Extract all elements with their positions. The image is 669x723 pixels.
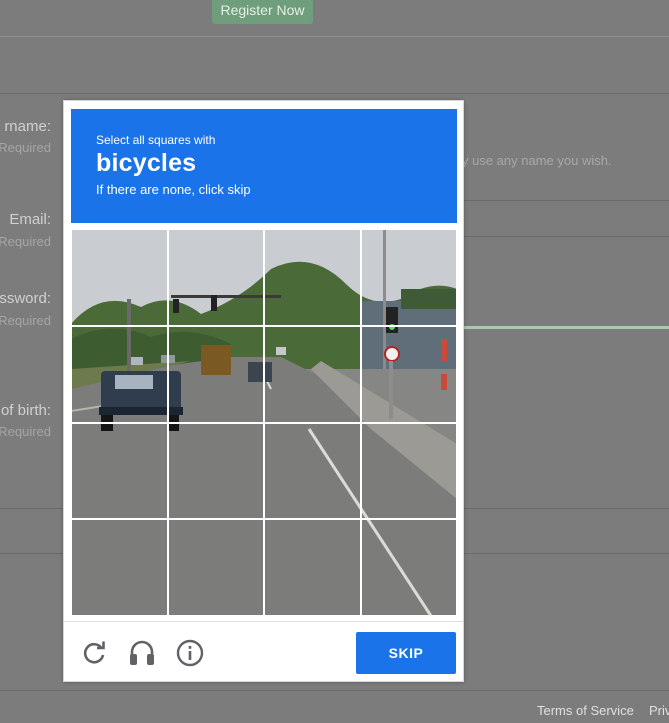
terms-link[interactable]: Terms of Service xyxy=(537,703,634,718)
audio-icon[interactable] xyxy=(126,637,158,669)
image-tile[interactable] xyxy=(264,422,361,520)
image-tile[interactable] xyxy=(360,519,457,616)
username-required: Required xyxy=(0,140,51,155)
image-tile[interactable] xyxy=(71,422,168,520)
header-divider xyxy=(0,36,669,37)
image-tile[interactable] xyxy=(360,229,457,326)
form-divider-top xyxy=(0,93,669,94)
password-required: Required xyxy=(0,313,51,328)
captcha-instructions: Select all squares with bicycles If ther… xyxy=(71,109,457,223)
email-required: Required xyxy=(0,234,51,249)
instruction-text: Select all squares with xyxy=(96,133,216,147)
skip-button[interactable]: SKIP xyxy=(356,632,456,674)
image-tile[interactable] xyxy=(360,422,457,520)
username-label: rname: xyxy=(4,118,51,135)
field-divider xyxy=(462,236,669,237)
password-strength-bar xyxy=(462,326,669,329)
username-hint: y use any name you wish. xyxy=(462,153,612,168)
image-tile[interactable] xyxy=(264,519,361,616)
privacy-link[interactable]: Priv xyxy=(649,703,669,718)
image-tile[interactable] xyxy=(264,325,361,423)
image-tile[interactable] xyxy=(71,519,168,616)
image-tile[interactable] xyxy=(167,519,264,616)
image-tile[interactable] xyxy=(264,229,361,326)
password-label: ssword: xyxy=(0,290,51,307)
email-label: Email: xyxy=(9,211,51,228)
image-tile[interactable] xyxy=(167,325,264,423)
dob-label: of birth: xyxy=(0,402,51,419)
instruction-note: If there are none, click skip xyxy=(96,182,251,197)
image-tile[interactable] xyxy=(360,325,457,423)
field-divider xyxy=(462,200,669,201)
challenge-image-grid xyxy=(71,229,457,616)
image-tile[interactable] xyxy=(71,325,168,423)
target-object: bicycles xyxy=(96,149,197,177)
footer-divider xyxy=(64,621,463,622)
image-tile[interactable] xyxy=(167,422,264,520)
info-icon[interactable] xyxy=(174,637,206,669)
dob-required: Required xyxy=(0,424,51,439)
image-tile[interactable] xyxy=(71,229,168,326)
reload-icon[interactable] xyxy=(78,637,110,669)
register-now-button[interactable]: Register Now xyxy=(212,0,313,24)
captcha-dialog: Select all squares with bicycles If ther… xyxy=(63,100,464,682)
footer-divider xyxy=(0,690,669,691)
image-tile[interactable] xyxy=(167,229,264,326)
tile-grid xyxy=(71,229,457,616)
